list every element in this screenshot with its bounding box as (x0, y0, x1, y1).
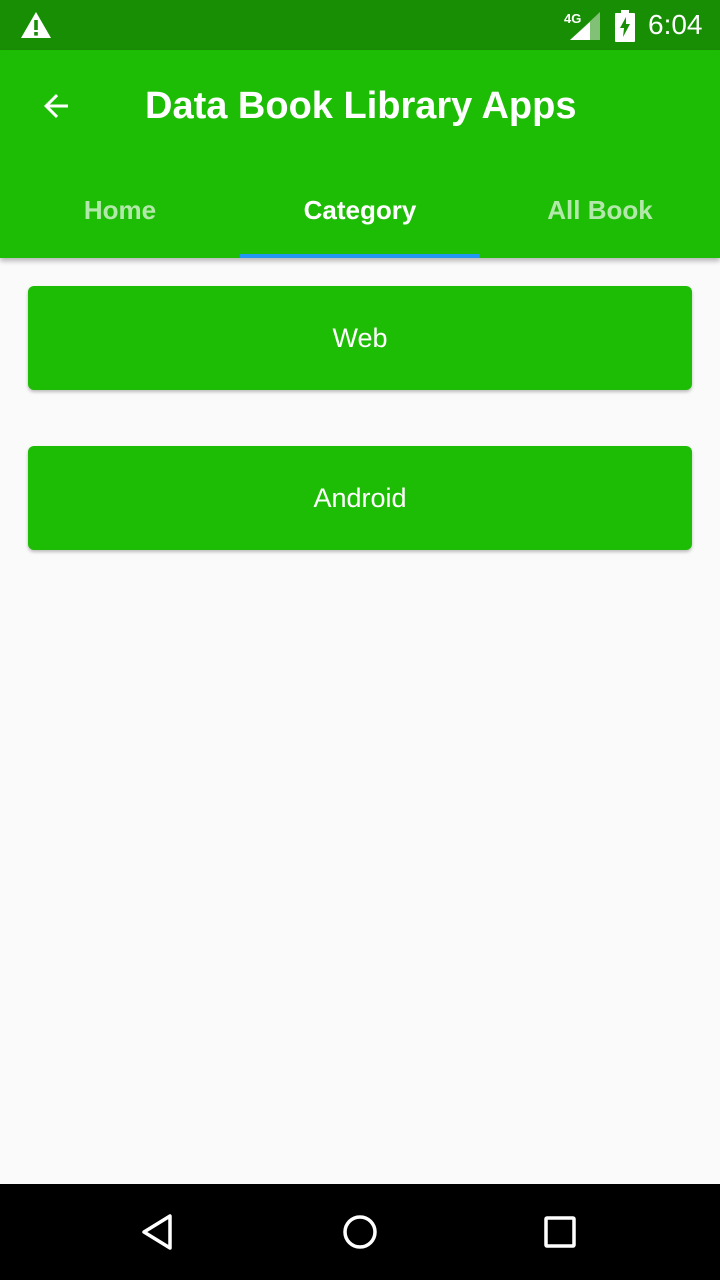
status-bar: 4G 6:04 (0, 0, 720, 50)
clock: 6:04 (648, 9, 703, 40)
nav-recents-button[interactable] (532, 1204, 588, 1260)
page-title: Data Book Library Apps (145, 85, 577, 127)
category-button-android[interactable]: Android (28, 446, 692, 550)
home-circle-icon (343, 1215, 377, 1249)
arrow-back-icon (44, 94, 68, 118)
system-navigation-bar (0, 1184, 720, 1280)
tab-bar: Home Category All Book (0, 162, 720, 258)
category-list: Web Android (0, 258, 720, 1184)
tab-home[interactable]: Home (0, 162, 240, 258)
category-button-web[interactable]: Web (28, 286, 692, 390)
network-type-label: 4G (564, 11, 581, 26)
tab-all-book[interactable]: All Book (480, 162, 720, 258)
app-bar: Data Book Library Apps Home Category All… (0, 50, 720, 258)
tab-category[interactable]: Category (240, 162, 480, 258)
warning-icon (21, 12, 51, 38)
nav-home-button[interactable] (332, 1204, 388, 1260)
signal-icon: 4G (564, 11, 600, 40)
recents-square-icon (544, 1216, 576, 1248)
nav-back-button[interactable] (132, 1204, 188, 1260)
back-button[interactable] (24, 74, 88, 138)
back-triangle-icon (142, 1214, 172, 1250)
battery-charging-icon (615, 10, 635, 42)
